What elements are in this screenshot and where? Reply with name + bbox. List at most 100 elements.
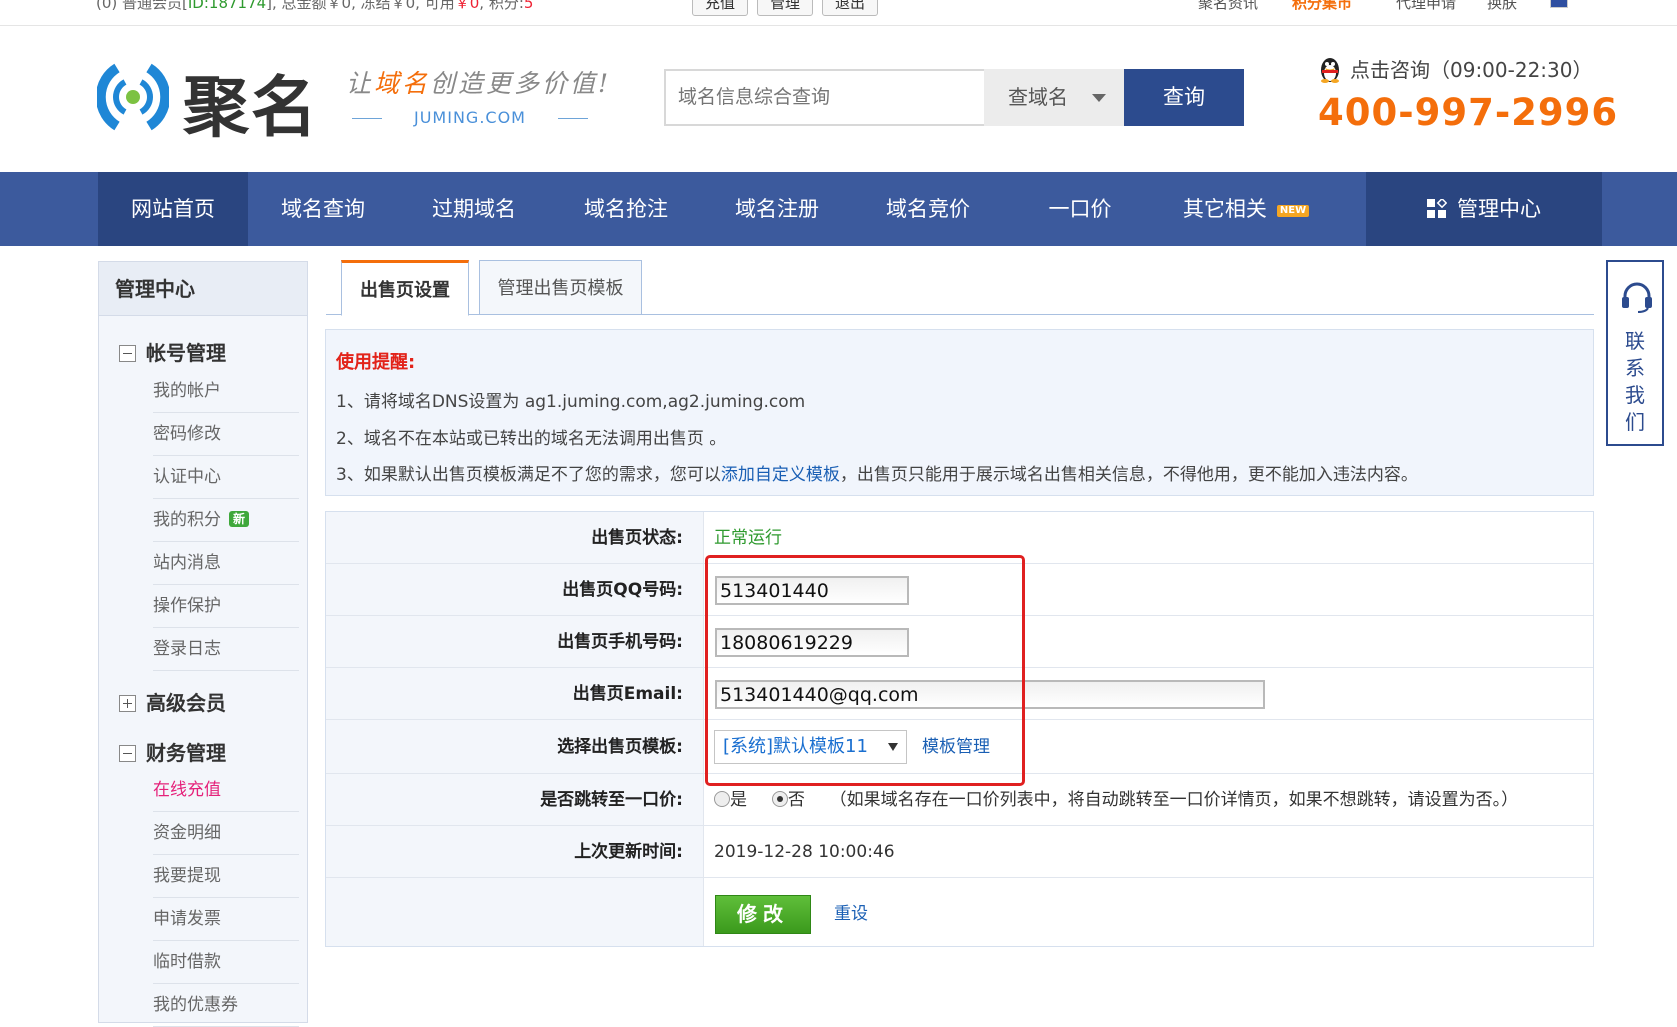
collapse-icon — [119, 745, 136, 762]
sidebar-item-verification[interactable]: 认证中心 — [153, 456, 299, 499]
brand-name[interactable]: 聚名 — [183, 54, 319, 150]
updated-label: 上次更新时间: — [326, 826, 704, 877]
form-row-redirect: 是否跳转至一口价: 是 否 （如果域名存在一口价列表中，将自动跳转至一口价详情页… — [326, 774, 1593, 826]
nav-expired-domains[interactable]: 过期域名 — [398, 172, 550, 246]
add-custom-template-link[interactable]: 添加自定义模板 — [721, 465, 840, 485]
sidebar-item-my-points[interactable]: 我的积分新 — [153, 499, 299, 542]
nav-others[interactable]: 其它相关 NEW — [1156, 172, 1336, 246]
search-bar: 查域名 查询 — [664, 69, 1244, 126]
notice-line-1: 1、请将域名DNS设置为 ag1.juming.com,ag2.juming.c… — [336, 392, 806, 412]
sidebar: 管理中心 帐号管理 我的帐户 密码修改 认证中心 我的积分新 站内消息 操作保护… — [98, 261, 308, 1027]
main-nav: 网站首页 域名查询 过期域名 域名抢注 域名注册 域名竞价 一口价 其它相关 NE… — [0, 172, 1677, 246]
chevron-down-icon — [1092, 94, 1106, 102]
template-manage-link[interactable]: 模板管理 — [922, 720, 990, 774]
member-prefix: (0) 普通会员[ — [96, 0, 188, 12]
sidebar-item-withdraw[interactable]: 我要提现 — [153, 855, 299, 898]
nav-domain-query[interactable]: 域名查询 — [248, 172, 398, 246]
search-type-label: 查域名 — [1008, 85, 1068, 109]
nav-home[interactable]: 网站首页 — [98, 172, 248, 246]
notice-line-2: 2、域名不在本站或已转出的域名无法调用出售页 。 — [336, 429, 727, 449]
member-points: 5 — [523, 0, 534, 12]
sidebar-item-fund-details[interactable]: 资金明细 — [153, 812, 299, 855]
sidebar-item-online-recharge[interactable]: 在线充值 — [153, 769, 299, 812]
collapse-icon — [119, 345, 136, 362]
member-available: ￥0 — [454, 0, 480, 12]
nav-domain-auction[interactable]: 域名竞价 — [852, 172, 1004, 246]
juming-logo-icon[interactable] — [97, 58, 169, 136]
slogan-pre: 让 — [346, 69, 375, 98]
manage-button[interactable]: 管理 — [757, 0, 814, 16]
redirect-no-radio[interactable] — [771, 791, 788, 807]
news-link[interactable]: 聚名资讯 — [1198, 0, 1258, 13]
redirect-yes-label[interactable]: 是 — [730, 790, 747, 810]
contact-us-label: 联 系 我 们 — [1608, 328, 1662, 436]
hotline-number: 400-997-2996 — [1318, 91, 1619, 134]
change-skin-link[interactable]: 换肤 — [1487, 0, 1517, 13]
nav-domain-snatch[interactable]: 域名抢注 — [550, 172, 702, 246]
nav-domain-register[interactable]: 域名注册 — [702, 172, 852, 246]
usage-notice: 使用提醒: 1、请将域名DNS设置为 ag1.juming.com,ag2.ju… — [325, 329, 1594, 496]
notice-title: 使用提醒: — [336, 352, 416, 373]
consult-text: 点击咨询（09:00-22:30） — [1350, 58, 1593, 82]
recharge-button[interactable]: 充值 — [692, 0, 749, 16]
notice-line-3: 3、如果默认出售页模板满足不了您的需求，您可以添加自定义模板，出售页只能用于展示… — [336, 460, 1418, 485]
sidebar-group-account[interactable]: 帐号管理 — [119, 337, 226, 366]
sale-page-form: 出售页状态: 正常运行 出售页QQ号码: 出售页手机号码: 出售页Email: … — [325, 511, 1594, 947]
tab-sale-page-settings[interactable]: 出售页设置 — [341, 260, 469, 316]
tab-manage-templates[interactable]: 管理出售页模板 — [479, 260, 642, 315]
email-field[interactable] — [715, 680, 1265, 709]
form-row-actions: 修改 重设 — [326, 878, 1593, 946]
sidebar-group-label: 财务管理 — [146, 741, 226, 765]
phone-label: 出售页手机号码: — [326, 616, 704, 667]
dropdown-arrow-icon — [888, 743, 898, 751]
sidebar-item-messages[interactable]: 站内消息 — [153, 542, 299, 585]
new-badge: NEW — [1276, 205, 1310, 217]
agent-apply-link[interactable]: 代理申请 — [1396, 0, 1456, 13]
sidebar-item-invoice[interactable]: 申请发票 — [153, 898, 299, 941]
consult-link[interactable]: 点击咨询（09:00-22:30） — [1318, 54, 1593, 83]
template-select-value: [系统]默认模板11 — [723, 736, 868, 757]
dashboard-grid-icon — [1427, 199, 1447, 218]
search-type-select[interactable]: 查域名 — [984, 69, 1124, 126]
points-market-link[interactable]: 积分集市 — [1292, 0, 1352, 13]
phone-field[interactable] — [715, 628, 909, 657]
qq-penguin-icon — [1321, 58, 1339, 83]
slogan: 让域名创造更多价值! — [346, 64, 611, 100]
contact-us-float[interactable]: 联 系 我 们 — [1606, 260, 1664, 446]
nav-management-center[interactable]: 管理中心 — [1366, 172, 1602, 246]
sidebar-title: 管理中心 — [99, 262, 307, 316]
notice-line-3-pre: 3、如果默认出售页模板满足不了您的需求，您可以 — [336, 465, 721, 485]
search-button[interactable]: 查询 — [1124, 69, 1244, 126]
sidebar-item-my-account[interactable]: 我的帐户 — [153, 370, 299, 413]
sidebar-group-finance[interactable]: 财务管理 — [119, 737, 226, 766]
top-bar: (0) 普通会员[ID:187174], 总金额￥0, 冻结￥0, 可用￥0, … — [0, 0, 1677, 26]
sidebar-item-temp-loan[interactable]: 临时借款 — [153, 941, 299, 984]
search-input[interactable] — [678, 79, 978, 115]
qq-field[interactable] — [715, 576, 909, 605]
form-row-status: 出售页状态: 正常运行 — [326, 512, 1593, 564]
redirect-no-label[interactable]: 否 — [788, 790, 805, 810]
sidebar-item-login-log[interactable]: 登录日志 — [153, 628, 299, 671]
redirect-yes-radio[interactable] — [714, 791, 730, 807]
sidebar-item-coupons[interactable]: 我的优惠券 — [153, 984, 299, 1027]
domain-text: JUMING.COM — [414, 108, 526, 127]
sidebar-group-label: 高级会员 — [146, 691, 226, 715]
nav-fixed-price[interactable]: 一口价 — [1004, 172, 1156, 246]
email-label: 出售页Email: — [326, 668, 704, 719]
nav-others-label: 其它相关 — [1182, 197, 1267, 221]
template-select[interactable]: [系统]默认模板11 — [714, 730, 907, 764]
logout-button[interactable]: 退出 — [822, 0, 879, 16]
actions-label-cell — [326, 878, 704, 946]
sidebar-group-premium[interactable]: 高级会员 — [119, 687, 226, 716]
skin-swatch-icon[interactable] — [1550, 0, 1568, 8]
new-badge: 新 — [229, 511, 250, 527]
submit-button[interactable]: 修改 — [715, 895, 811, 934]
redirect-hint: （如果域名存在一口价列表中，将自动跳转至一口价详情页，如果不想跳转，请设置为否。… — [829, 790, 1519, 810]
nav-management-label: 管理中心 — [1457, 197, 1541, 221]
expand-icon — [119, 695, 136, 712]
slogan-post: 创造更多价值! — [430, 69, 612, 98]
sidebar-item-change-password[interactable]: 密码修改 — [153, 413, 299, 456]
contact-char: 联 — [1625, 329, 1645, 353]
sidebar-item-protection[interactable]: 操作保护 — [153, 585, 299, 628]
reset-link[interactable]: 重设 — [834, 895, 868, 934]
